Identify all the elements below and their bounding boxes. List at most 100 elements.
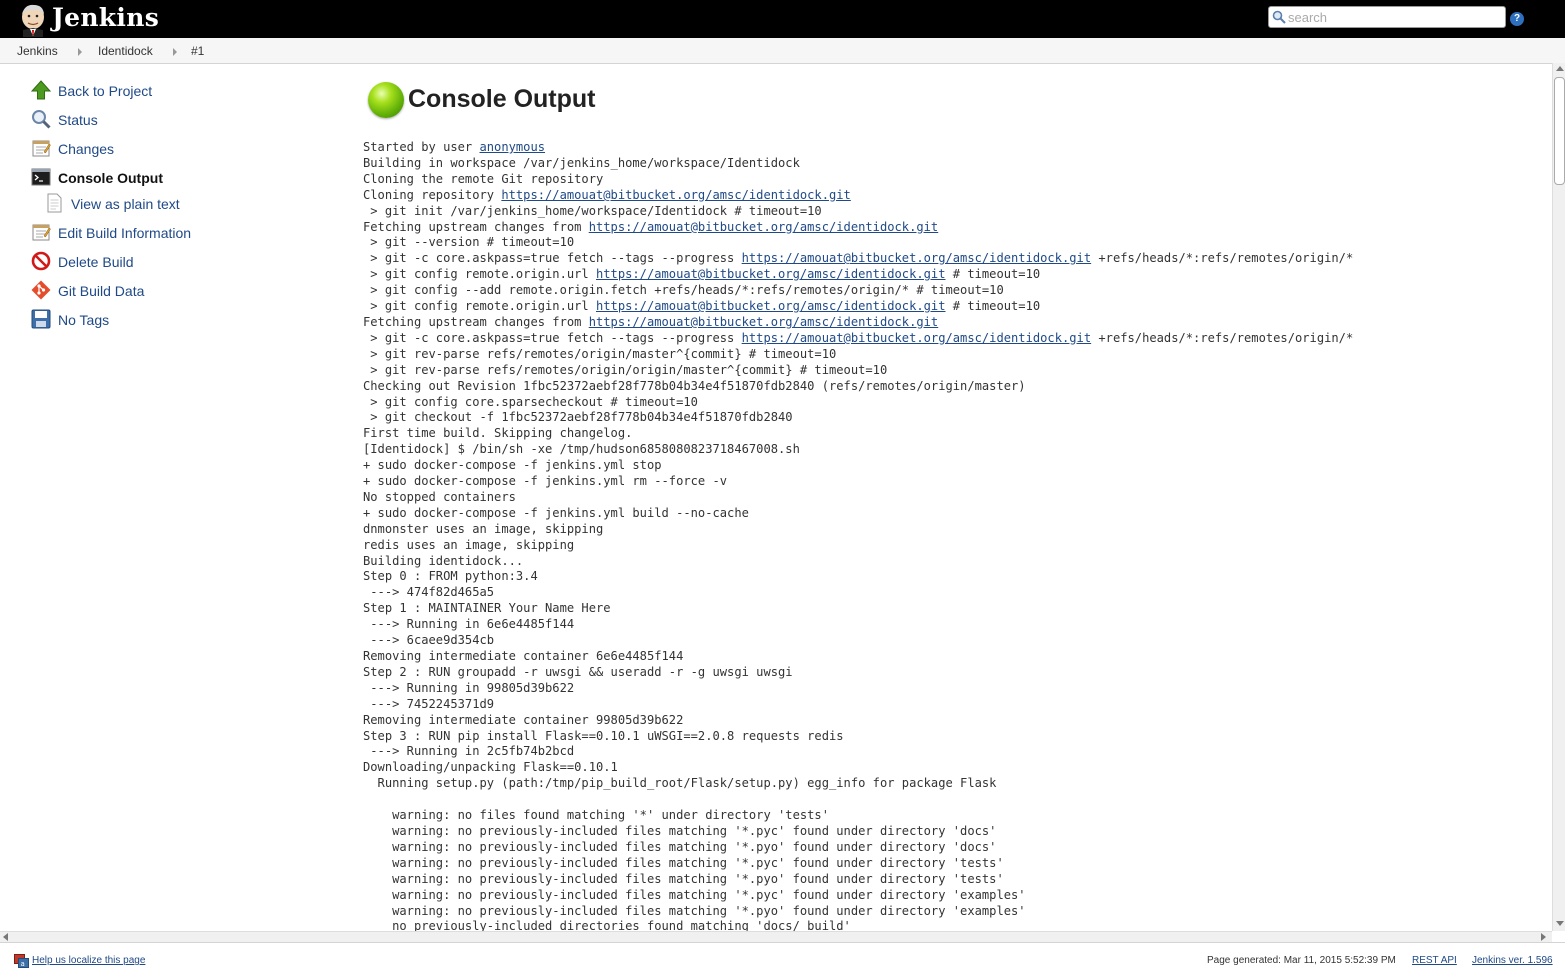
breadcrumb-identidock[interactable]: Identidock — [98, 44, 153, 58]
console-line: Downloading/unpacking Flask==0.10.1 — [363, 760, 618, 774]
repository-link[interactable]: https://amouat@bitbucket.org/amsc/identi… — [742, 251, 1092, 265]
sidebar-item-label[interactable]: Back to Project — [58, 83, 152, 99]
console-line: Removing intermediate container 99805d39… — [363, 713, 683, 727]
scroll-down-icon[interactable] — [1556, 921, 1564, 926]
sidebar-item-label[interactable]: Git Build Data — [58, 283, 144, 299]
console-text: Building in workspace /var/jenkins_home/… — [363, 155, 800, 170]
console-line: dnmonster uses an image, skipping — [363, 522, 603, 536]
scrollbar-thumb[interactable] — [1554, 77, 1565, 185]
console-line: Removing intermediate container 6e6e4485… — [363, 649, 683, 663]
console-text: Step 1 : MAINTAINER Your Name Here — [363, 601, 611, 616]
console-text: redis uses an image, skipping — [363, 537, 575, 552]
console-text: warning: no previously-included files ma… — [363, 823, 997, 838]
console-line: + sudo docker-compose -f jenkins.yml bui… — [363, 506, 749, 520]
console-text: > git -c core.askpass=true fetch --tags … — [363, 251, 742, 266]
rest-api-link[interactable]: REST API — [1412, 955, 1457, 966]
sidebar-item-label[interactable]: View as plain text — [71, 196, 180, 212]
console-text: Cloning the remote Git repository — [363, 171, 604, 186]
console-text: No stopped containers — [363, 489, 516, 504]
jenkins-logo-icon[interactable] — [17, 3, 49, 37]
vertical-scrollbar[interactable] — [1552, 63, 1565, 931]
console-line: > git checkout -f 1fbc52372aebf28f778b04… — [363, 410, 792, 424]
console-text: ---> Running in 2c5fb74b2bcd — [363, 744, 575, 759]
console-line: First time build. Skipping changelog. — [363, 426, 632, 440]
footer: a Help us localize this page Page genera… — [0, 942, 1565, 979]
console-text: [Identidock] $ /bin/sh -xe /tmp/hudson68… — [363, 442, 800, 457]
svg-text:a: a — [21, 960, 25, 968]
console-line: ---> 6caee9d354cb — [363, 633, 494, 647]
console-line: ---> Running in 99805d39b622 — [363, 681, 574, 695]
console-line: warning: no previously-included files ma… — [363, 856, 1004, 870]
sidebar-item-label[interactable]: Delete Build — [58, 254, 134, 270]
notepad-icon — [32, 224, 51, 241]
jenkins-logo-text[interactable]: Jenkins — [52, 3, 159, 33]
sidebar-item-label[interactable]: Edit Build Information — [58, 225, 191, 241]
console-text: warning: no previously-included files ma… — [363, 887, 1026, 902]
console-text: ---> Running in 99805d39b622 — [363, 680, 575, 695]
repository-link[interactable]: https://amouat@bitbucket.org/amsc/identi… — [596, 267, 946, 281]
scroll-right-icon[interactable] — [1541, 933, 1546, 941]
sidebar-item-label[interactable]: No Tags — [58, 312, 109, 328]
scroll-left-icon[interactable] — [3, 933, 8, 941]
console-text: Removing intermediate container 6e6e4485… — [363, 649, 684, 663]
console-line: Step 0 : FROM python:3.4 — [363, 569, 538, 583]
console-line: warning: no previously-included files ma… — [363, 904, 1025, 918]
page-generated-text: Page generated: Mar 11, 2015 5:52:39 PM — [1207, 955, 1396, 966]
breadcrumb-build-number[interactable]: #1 — [191, 44, 204, 58]
repository-link[interactable]: https://amouat@bitbucket.org/amsc/identi… — [742, 331, 1092, 345]
console-text: Fetching upstream changes from — [363, 314, 589, 329]
sidebar-item-label[interactable]: Changes — [58, 141, 114, 157]
console-text: Started by user — [363, 140, 480, 154]
console-text: Downloading/unpacking Flask==0.10.1 — [363, 760, 618, 775]
sidebar-item-label[interactable]: Console Output — [58, 170, 163, 186]
console-text: > git init /var/jenkins_home/workspace/I… — [363, 203, 822, 218]
breadcrumb-jenkins[interactable]: Jenkins — [17, 44, 58, 58]
console-text: +refs/heads/*:refs/remotes/origin/* — [1091, 330, 1354, 345]
repository-link[interactable]: https://amouat@bitbucket.org/amsc/identi… — [596, 299, 946, 313]
console-line: > git rev-parse refs/remotes/origin/mast… — [363, 347, 836, 361]
console-line: + sudo docker-compose -f jenkins.yml rm … — [363, 474, 727, 488]
console-line: > git config remote.origin.url https://a… — [363, 267, 1040, 281]
magnifier-icon — [32, 110, 51, 129]
console-line: > git init /var/jenkins_home/workspace/I… — [363, 203, 822, 218]
console-text: > git -c core.askpass=true fetch --tags … — [363, 330, 742, 345]
console-text: Cloning repository — [363, 187, 502, 202]
scroll-up-icon[interactable] — [1556, 66, 1564, 71]
console-line: warning: no previously-included files ma… — [363, 840, 996, 854]
repository-link[interactable]: https://amouat@bitbucket.org/amsc/identi… — [589, 315, 939, 329]
console-text: warning: no files found matching '*' und… — [363, 808, 829, 823]
jenkins-version-link[interactable]: Jenkins ver. 1.596 — [1472, 955, 1553, 966]
console-text: > git --version # timeout=10 — [363, 235, 575, 250]
user-link[interactable]: anonymous — [480, 140, 546, 154]
repository-link[interactable]: https://amouat@bitbucket.org/amsc/identi… — [589, 220, 939, 234]
notepad-icon — [32, 140, 51, 157]
console-line: Building in workspace /var/jenkins_home/… — [363, 156, 800, 170]
breadcrumb-separator-icon[interactable] — [78, 48, 82, 56]
console-text: warning: no previously-included files ma… — [363, 855, 1004, 870]
console-line: ---> 7452245371d9 — [363, 697, 494, 711]
console-output: Started by user anonymous Building in wo… — [363, 140, 1353, 935]
console-text: > git rev-parse refs/remotes/origin/orig… — [363, 362, 888, 377]
repository-link[interactable]: https://amouat@bitbucket.org/amsc/identi… — [501, 188, 851, 202]
localize-link[interactable]: Help us localize this page — [32, 955, 145, 966]
console-text: warning: no previously-included files ma… — [363, 839, 997, 854]
console-line: ---> 474f82d465a5 — [363, 585, 494, 599]
console-line: redis uses an image, skipping — [363, 538, 574, 552]
console-text: + sudo docker-compose -f jenkins.yml bui… — [363, 505, 749, 520]
no-entry-icon — [31, 251, 51, 271]
console-text: ---> 6caee9d354cb — [363, 633, 495, 648]
console-text: Checking out Revision 1fbc52372aebf28f77… — [363, 378, 1026, 393]
breadcrumb-separator-icon[interactable] — [173, 48, 177, 56]
console-text: dnmonster uses an image, skipping — [363, 521, 604, 536]
localize-icon: a — [14, 954, 29, 968]
save-icon — [31, 309, 51, 329]
console-line: warning: no previously-included files ma… — [363, 887, 1026, 902]
help-icon[interactable]: ? — [1510, 12, 1524, 26]
console-line: Step 2 : RUN groupadd -r uwsgi && userad… — [363, 665, 793, 679]
console-line: Step 1 : MAINTAINER Your Name Here — [363, 601, 611, 615]
console-text: Step 2 : RUN groupadd -r uwsgi && userad… — [363, 664, 793, 679]
search-box[interactable] — [1268, 6, 1506, 28]
console-line: No stopped containers — [363, 490, 516, 504]
search-input[interactable] — [1288, 8, 1502, 26]
sidebar-item-label[interactable]: Status — [58, 112, 98, 128]
